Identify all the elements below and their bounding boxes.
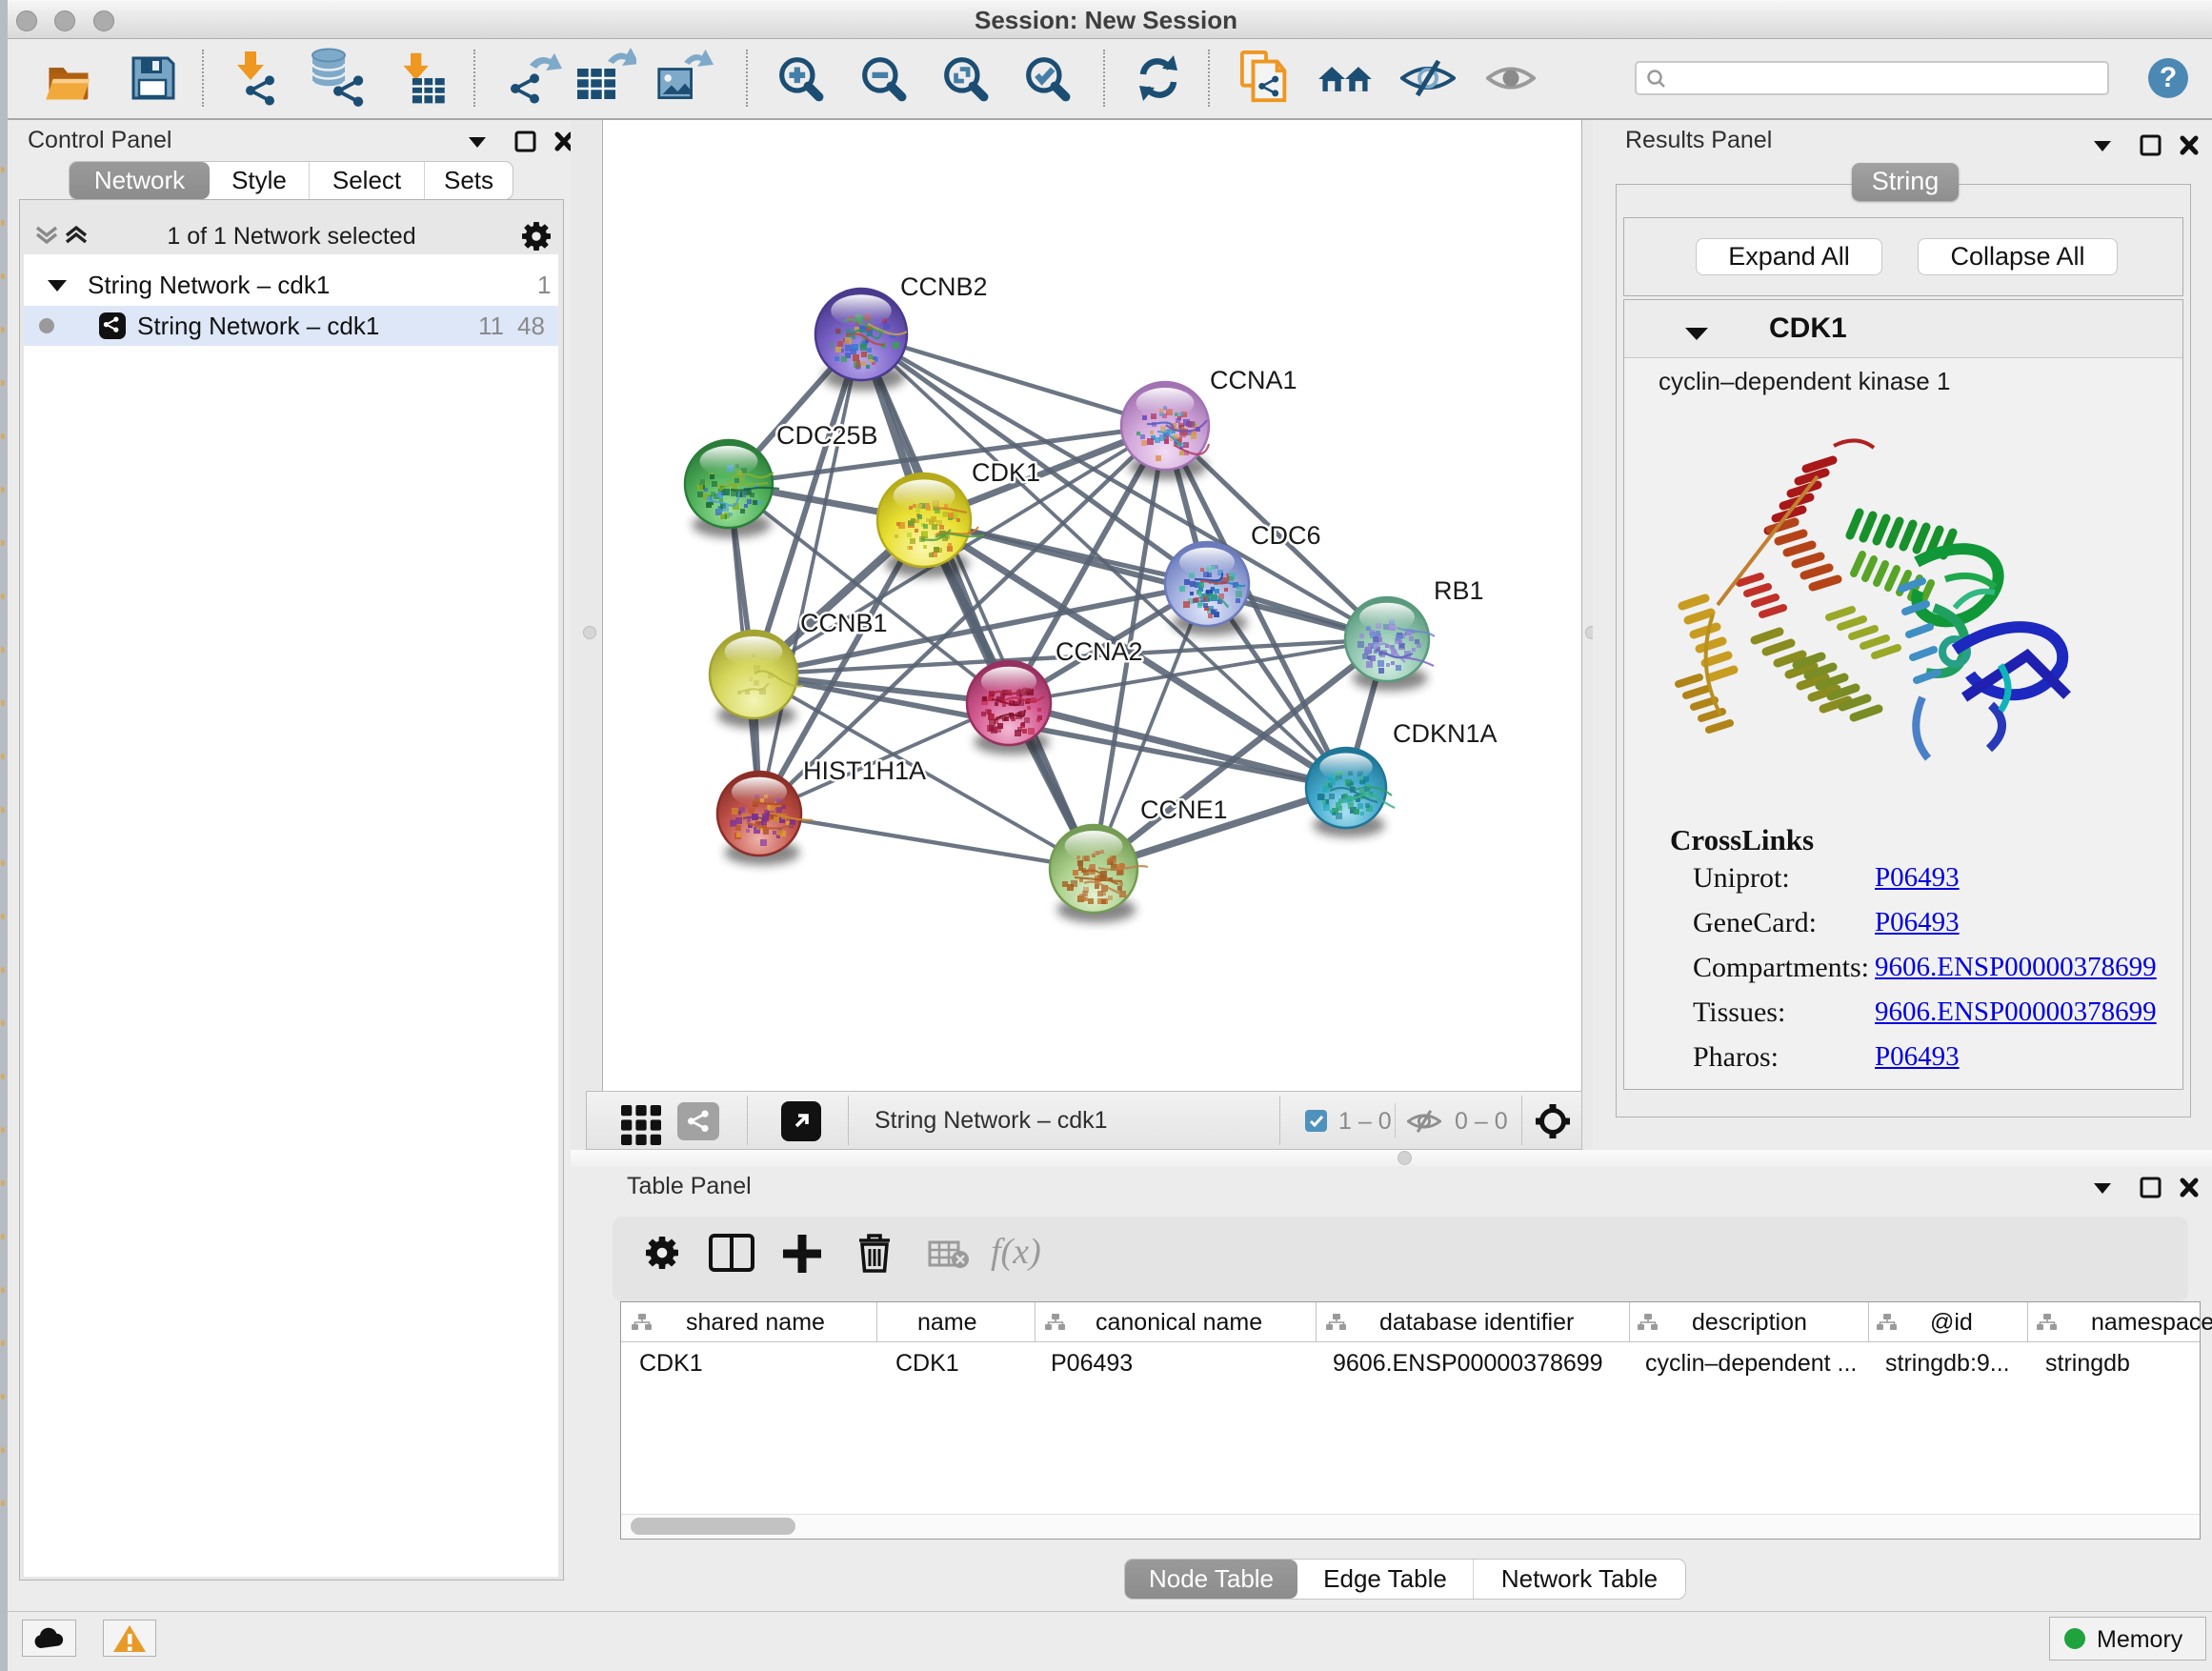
- svg-text:CDC6: CDC6: [1251, 521, 1321, 550]
- svg-text:CCNB2: CCNB2: [900, 272, 988, 301]
- svg-text:CCNA1: CCNA1: [1210, 366, 1297, 394]
- svg-text:CDC25B: CDC25B: [776, 421, 878, 450]
- svg-text:HIST1H1A: HIST1H1A: [803, 756, 926, 785]
- svg-text:CCNE1: CCNE1: [1140, 795, 1228, 824]
- svg-text:RB1: RB1: [1434, 576, 1484, 605]
- svg-text:CCNB1: CCNB1: [800, 609, 888, 637]
- svg-text:CCNA2: CCNA2: [1056, 637, 1143, 666]
- svg-text:CDKN1A: CDKN1A: [1393, 719, 1498, 748]
- svg-text:CDK1: CDK1: [972, 458, 1040, 487]
